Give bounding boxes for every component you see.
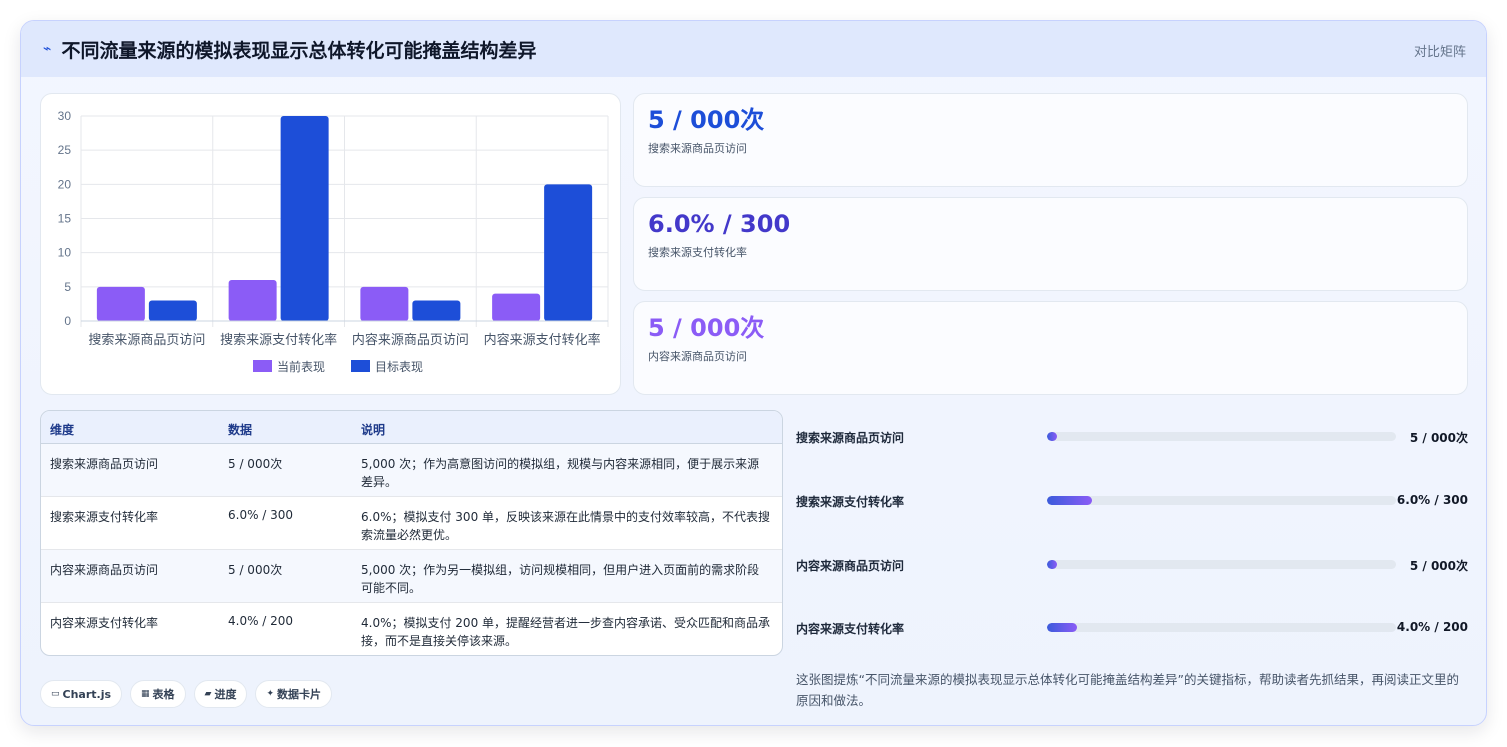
progress-track xyxy=(1047,432,1396,441)
header-tag: 对比矩阵 xyxy=(1413,45,1466,60)
stat-label: 内容来源商品页访问 xyxy=(648,350,747,363)
bar xyxy=(148,300,197,321)
stat-label: 搜索来源支付转化率 xyxy=(648,246,747,259)
y-tick-label: 25 xyxy=(58,143,72,157)
table-icon: ▦ xyxy=(141,689,150,699)
bar xyxy=(544,184,593,321)
stat-value: 5 / 000次 xyxy=(648,106,765,134)
progress-value: 6.0% / 300 xyxy=(1396,493,1468,507)
data-table: 维度 数据 说明 搜索来源商品页访问 5 / 000次 5,000 次；作为高意… xyxy=(40,410,783,656)
progress-fill xyxy=(1047,560,1058,569)
cell-note: 5,000 次；作为高意图访问的模拟组，规模与内容来源相同，便于展示来源差异。 xyxy=(361,457,760,489)
stat-value: 5 / 000次 xyxy=(648,314,765,342)
stat-value: 6.0% / 300 xyxy=(648,210,791,238)
x-tick-label: 内容来源商品页访问 xyxy=(352,332,469,348)
cell-data: 5 / 000次 xyxy=(228,457,283,471)
table-header: 维度 数据 说明 xyxy=(41,411,782,444)
cell-dimension: 内容来源支付转化率 xyxy=(50,616,159,630)
progress-label: 搜索来源商品页访问 xyxy=(796,431,905,445)
bar xyxy=(280,116,329,321)
chip-progress[interactable]: ▰ 进度 xyxy=(193,680,248,708)
cell-data: 5 / 000次 xyxy=(228,563,283,577)
bar xyxy=(492,293,541,321)
column-header-data: 数据 xyxy=(228,423,253,437)
feature-chips: ▭ Chart.js ▦ 表格 ▰ 进度 ✦ 数据卡片 xyxy=(40,680,333,708)
column-header-dimension: 维度 xyxy=(50,423,75,437)
sparkle-icon: ✦ xyxy=(266,689,275,699)
bar-chart-svg: 0 5 10 15 20 25 30 搜索来源商品页访问 搜索来源支付转化率 内容来源商品页访问内… xyxy=(58,109,609,374)
progress-fill xyxy=(1047,496,1093,505)
y-tick-label: 15 xyxy=(58,212,72,226)
chip-data-cards[interactable]: ✦ 数据卡片 xyxy=(255,680,333,708)
stat-label: 搜索来源商品页访问 xyxy=(648,142,747,155)
cell-note: 5,000 次；作为另一模拟组，访问规模相同，但用户进入页面前的需求阶段可能不同… xyxy=(361,563,760,595)
y-tick-label: 20 xyxy=(58,177,72,191)
progress-track xyxy=(1047,560,1396,569)
cell-dimension: 搜索来源商品页访问 xyxy=(50,457,159,471)
progress-value: 5 / 000次 xyxy=(1409,431,1468,445)
legend-label: 目标表现 xyxy=(375,360,423,374)
cell-data: 6.0% / 300 xyxy=(228,508,294,522)
bar xyxy=(96,286,145,321)
progress-row: 搜索来源支付转化率 6.0% / 300 xyxy=(796,491,1468,511)
legend-swatch xyxy=(253,360,272,372)
chip-label: 数据卡片 xyxy=(277,688,322,701)
x-tick-label: 搜索来源支付转化率 xyxy=(220,332,337,348)
bar xyxy=(228,280,277,321)
progress-icon: ▰ xyxy=(204,689,212,699)
table-row: 内容来源商品页访问 5 / 000次 5,000 次；作为另一模拟组，访问规模相… xyxy=(41,550,782,603)
progress-track xyxy=(1047,623,1396,632)
cell-data: 4.0% / 200 xyxy=(228,614,294,628)
chart-icon: ▭ xyxy=(51,689,60,699)
bar xyxy=(360,286,409,321)
cell-dimension: 搜索来源支付转化率 xyxy=(50,510,159,524)
progress-track xyxy=(1047,496,1396,505)
progress-fill xyxy=(1047,432,1058,441)
y-tick-label: 10 xyxy=(58,246,72,260)
dashboard-card: ⌁ 不同流量来源的模拟表现显示总体转化可能掩盖结构差异 对比矩阵 0 5 10 15 2… xyxy=(20,20,1487,726)
legend-swatch xyxy=(351,360,370,372)
progress-value: 4.0% / 200 xyxy=(1396,620,1468,634)
progress-row: 搜索来源商品页访问 5 / 000次 xyxy=(796,427,1468,447)
x-tick-label: 内容来源支付转化率 xyxy=(484,332,601,348)
progress-value: 5 / 000次 xyxy=(1409,559,1468,573)
progress-fill xyxy=(1047,623,1077,632)
y-tick-label: 0 xyxy=(64,314,71,328)
progress-row: 内容来源商品页访问 5 / 000次 xyxy=(796,555,1468,575)
header: ⌁ 不同流量来源的模拟表现显示总体转化可能掩盖结构差异 对比矩阵 xyxy=(21,21,1486,77)
column-header-note: 说明 xyxy=(361,423,386,437)
chip-label: Chart.js xyxy=(62,687,112,701)
legend-label: 当前表现 xyxy=(277,359,325,374)
chip-chartjs[interactable]: ▭ Chart.js xyxy=(40,680,123,708)
y-tick-label: 5 xyxy=(64,280,71,294)
progress-label: 内容来源商品页访问 xyxy=(796,559,905,573)
chip-table[interactable]: ▦ 表格 xyxy=(130,680,186,708)
trend-icon: ⌁ xyxy=(43,41,52,57)
table-row: 内容来源支付转化率 4.0% / 200 4.0%；模拟支付 200 单，提醒经… xyxy=(41,603,782,655)
table-row: 搜索来源商品页访问 5 / 000次 5,000 次；作为高意图访问的模拟组，规… xyxy=(41,444,782,497)
bar xyxy=(412,300,461,321)
stat-card: 6.0% / 300 搜索来源支付转化率 xyxy=(633,197,1468,291)
stat-card: 5 / 000次 内容来源商品页访问 xyxy=(633,301,1468,395)
page-title: 不同流量来源的模拟表现显示总体转化可能掩盖结构差异 xyxy=(61,39,537,62)
stat-card: 5 / 000次 搜索来源商品页访问 xyxy=(633,93,1468,187)
bar-chart: 0 5 10 15 20 25 30 搜索来源商品页访问 搜索来源支付转化率 内容来源商品页访问内… xyxy=(40,93,621,395)
cell-note: 4.0%；模拟支付 200 单，提醒经营者进一步查内容承诺、受众匹配和商品承接，… xyxy=(361,616,771,648)
table-row: 搜索来源支付转化率 6.0% / 300 6.0%；模拟支付 300 单，反映该… xyxy=(41,497,782,550)
cell-dimension: 内容来源商品页访问 xyxy=(50,563,159,577)
progress-row: 内容来源支付转化率 4.0% / 200 xyxy=(796,618,1468,638)
cell-note: 6.0%；模拟支付 300 单，反映该来源在此情景中的支付效率较高，不代表搜索流… xyxy=(361,510,771,542)
summary-text: 这张图提炼“不同流量来源的模拟表现显示总体转化可能掩盖结构差异”的关键指标，帮助… xyxy=(796,672,1459,708)
x-tick-label: 搜索来源商品页访问 xyxy=(88,333,205,348)
chip-label: 进度 xyxy=(214,688,237,701)
chip-label: 表格 xyxy=(152,688,175,701)
progress-label: 内容来源支付转化率 xyxy=(796,622,905,636)
y-tick-label: 30 xyxy=(58,109,72,123)
progress-label: 搜索来源支付转化率 xyxy=(796,495,905,509)
